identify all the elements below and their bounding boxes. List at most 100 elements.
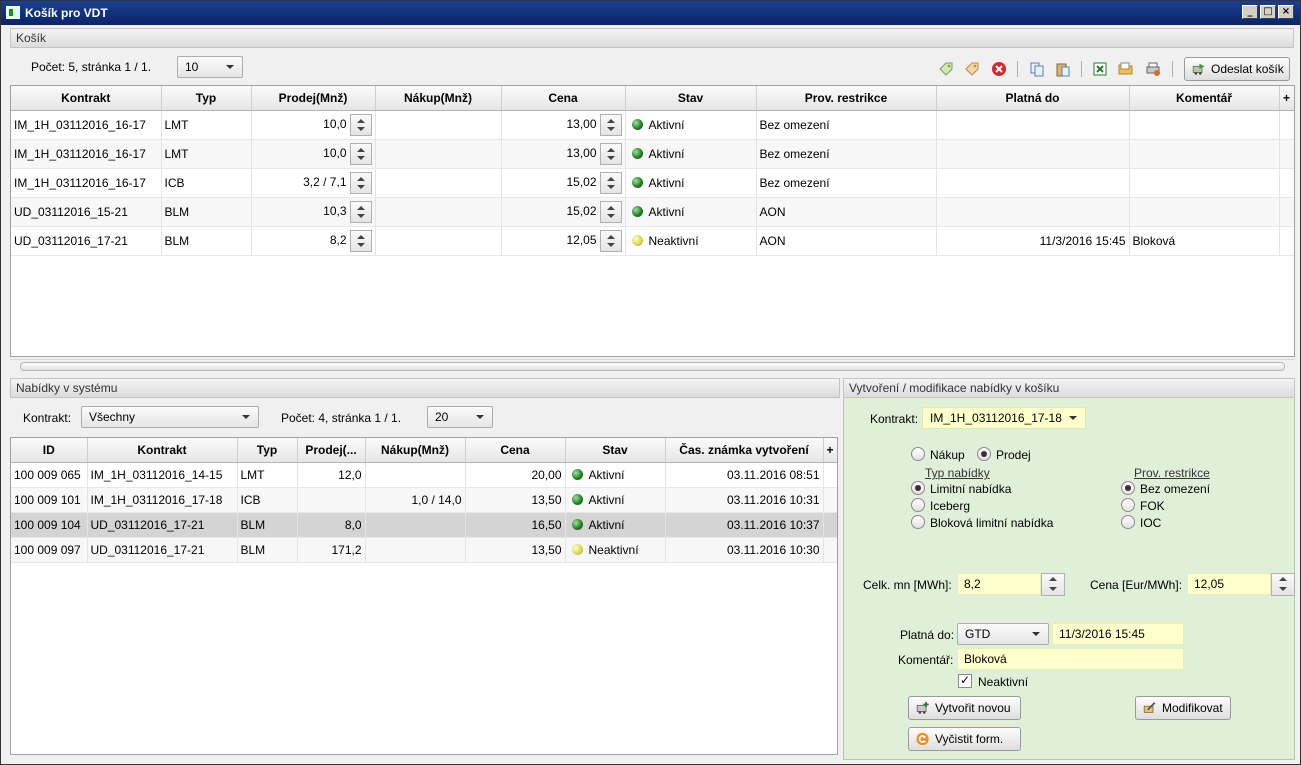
cell-prodej[interactable]: 10,3 (251, 197, 376, 227)
modify-button[interactable]: Modifikovat (1135, 696, 1231, 720)
prodej-stepper[interactable] (349, 142, 372, 165)
cell-cas: 03.11.2016 10:37 (665, 512, 824, 538)
offers-page-size-select[interactable]: 20 (427, 406, 493, 428)
col-restrikce[interactable]: Prov. restrikce (756, 86, 937, 111)
col-id[interactable]: ID (11, 438, 88, 463)
cell-cena[interactable]: 15,02 (501, 197, 626, 227)
col-platna-do[interactable]: Platná do (936, 86, 1130, 111)
clear-form-button[interactable]: Vyčistit form. (908, 727, 1021, 751)
cell-cena: 13,50 (465, 537, 566, 563)
cell-prodej[interactable]: 3,2 / 7,1 (251, 168, 376, 198)
restriction-ioc-radio[interactable] (1121, 515, 1135, 529)
create-new-button[interactable]: Vytvořit novou (908, 696, 1021, 720)
col-stav[interactable]: Stav (625, 86, 757, 111)
cell-cena[interactable]: 12,05 (501, 226, 626, 256)
send-basket-button[interactable]: Odeslat košík (1184, 57, 1290, 81)
basket-header: Košík (10, 28, 1294, 48)
open-folder-icon[interactable] (1118, 61, 1134, 77)
valid-type-value: GTD (965, 627, 991, 641)
offer-type-title: Typ nabídky (925, 466, 990, 480)
cell-stav: Aktivní (565, 487, 666, 513)
print-icon[interactable] (1145, 61, 1161, 77)
col-prodej[interactable]: Prodej(Mnž) (251, 86, 376, 111)
delete-icon[interactable] (991, 61, 1007, 77)
cell-nakup (365, 537, 466, 563)
offers-kontrakt-select[interactable]: Všechny (81, 406, 259, 428)
cena-stepper[interactable] (599, 142, 622, 165)
col-typ[interactable]: Typ (237, 438, 298, 463)
form-kontrakt-select[interactable]: IM_1H_03112016_17-18 (922, 407, 1086, 429)
copy-icon[interactable] (1029, 61, 1045, 77)
cell-kontrakt: IM_1H_03112016_16-17 (11, 139, 162, 169)
basket-horizontal-scrollbar[interactable] (10, 359, 1295, 373)
prodej-stepper[interactable] (349, 229, 372, 252)
col-nakup[interactable]: Nákup(Mnž) (375, 86, 502, 111)
minimize-button[interactable]: _ (1242, 5, 1258, 19)
excel-export-icon[interactable] (1092, 61, 1108, 77)
cell-prodej[interactable]: 10,0 (251, 139, 376, 169)
valid-type-select[interactable]: GTD (957, 623, 1049, 645)
cena-stepper[interactable] (599, 229, 622, 252)
maximize-button[interactable]: □ (1260, 5, 1276, 19)
col-nakup[interactable]: Nákup(Mnž) (365, 438, 466, 463)
cena-stepper[interactable] (599, 200, 622, 223)
side-sell-radio[interactable] (977, 447, 991, 461)
cena-stepper[interactable] (599, 113, 622, 136)
price-input[interactable]: 12,05 (1187, 573, 1271, 595)
offer-type-iceberg-radio[interactable] (911, 498, 925, 512)
inactive-checkbox[interactable]: ✓ (958, 674, 972, 688)
offer-type-limit-radio[interactable] (911, 481, 925, 495)
cell-platna-do (936, 168, 1130, 198)
offer-type-block-radio[interactable] (911, 515, 925, 529)
valid-date-input[interactable]: 11/3/2016 15:45 (1052, 623, 1184, 645)
basket-page-size-select[interactable]: 10 (177, 56, 243, 78)
table-row[interactable]: 100 009 101 IM_1H_03112016_17-18 ICB 1,0 / … (11, 487, 837, 513)
col-stav[interactable]: Stav (565, 438, 666, 463)
cell-cena[interactable]: 15,02 (501, 168, 626, 198)
table-row[interactable]: 100 009 104 UD_03112016_17-21 BLM 8,0 16,50 A… (11, 512, 837, 538)
cell-cena[interactable]: 13,00 (501, 110, 626, 140)
cart-send-icon (1192, 63, 1205, 75)
qty-input[interactable]: 8,2 (957, 573, 1041, 595)
cell-prodej: 12,0 (297, 462, 366, 488)
table-row[interactable]: IM_1H_03112016_16-17 ICB 3,2 / 7,1 15,02 Akt… (11, 168, 1294, 198)
restriction-fok-radio[interactable] (1121, 498, 1135, 512)
paste-icon[interactable] (1055, 61, 1071, 77)
cell-prodej[interactable]: 8,2 (251, 226, 376, 256)
col-cena[interactable]: Cena (501, 86, 626, 111)
table-row[interactable]: 100 009 097 UD_03112016_17-21 BLM 171,2 13,5… (11, 537, 837, 563)
table-row[interactable]: UD_03112016_15-21 BLM 10,3 15,02 Aktivní AON (11, 197, 1294, 227)
close-window-button[interactable]: × (1278, 5, 1294, 19)
side-buy-radio[interactable] (911, 447, 925, 461)
qty-stepper[interactable] (1041, 573, 1065, 596)
cell-cena[interactable]: 13,00 (501, 139, 626, 169)
col-cena[interactable]: Cena (465, 438, 566, 463)
restriction-none-radio[interactable] (1121, 481, 1135, 495)
table-row[interactable]: IM_1H_03112016_16-17 LMT 10,0 13,00 Aktivní B… (11, 139, 1294, 169)
cena-stepper[interactable] (599, 171, 622, 194)
tag-green-icon[interactable] (938, 61, 954, 77)
col-typ[interactable]: Typ (161, 86, 252, 111)
col-komentar[interactable]: Komentář (1129, 86, 1280, 111)
table-row[interactable]: 100 009 065 IM_1H_03112016_14-15 LMT 12,0 20… (11, 462, 837, 488)
prodej-stepper[interactable] (349, 171, 372, 194)
price-stepper[interactable] (1271, 573, 1295, 596)
add-column-icon[interactable]: + (1279, 86, 1294, 111)
cell-nakup (375, 197, 502, 227)
cell-restrikce: AON (756, 226, 937, 256)
title-bar: Košík pro VDT _ □ × (1, 1, 1300, 25)
add-column-icon[interactable]: + (823, 438, 837, 463)
col-kontrakt[interactable]: Kontrakt (11, 86, 162, 111)
col-kontrakt[interactable]: Kontrakt (87, 438, 238, 463)
prodej-stepper[interactable] (349, 113, 372, 136)
col-prodej[interactable]: Prodej(... (297, 438, 366, 463)
table-row[interactable]: UD_03112016_17-21 BLM 8,2 12,05 Neaktivní AON… (11, 226, 1294, 256)
comment-input[interactable]: Bloková (957, 648, 1184, 670)
table-row[interactable]: IM_1H_03112016_16-17 LMT 10,0 13,00 Aktivní B… (11, 110, 1294, 140)
prodej-stepper[interactable] (349, 200, 372, 223)
cell-kontrakt: IM_1H_03112016_14-15 (87, 462, 238, 488)
tag-orange-icon[interactable] (964, 61, 980, 77)
offers-kontrakt-label: Kontrakt: (23, 411, 72, 425)
col-cas[interactable]: Čas. známka vytvoření (665, 438, 824, 463)
cell-prodej[interactable]: 10,0 (251, 110, 376, 140)
